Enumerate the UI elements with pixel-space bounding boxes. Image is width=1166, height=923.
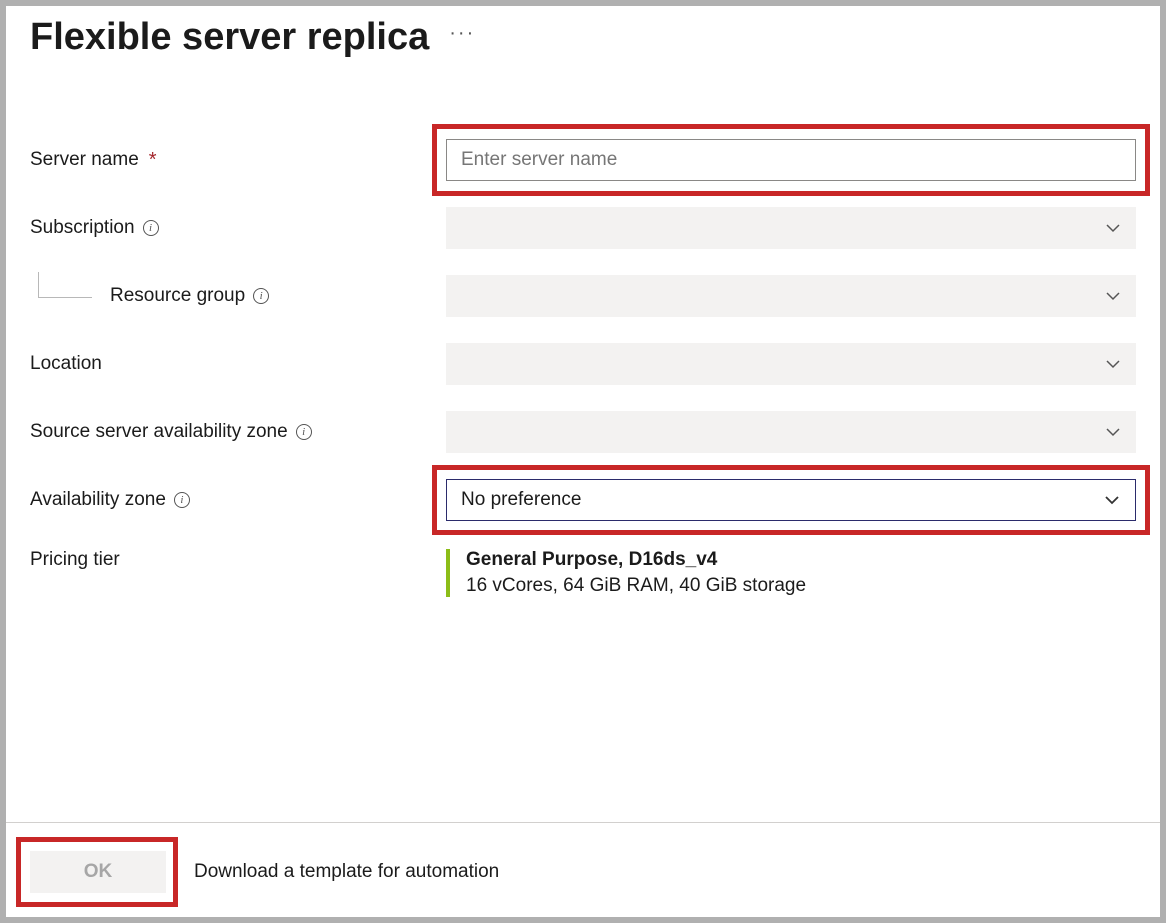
- row-source-zone: Source server availability zone i: [30, 411, 1136, 453]
- info-icon[interactable]: i: [253, 288, 269, 304]
- download-template-link[interactable]: Download a template for automation: [194, 861, 499, 883]
- header: Flexible server replica ···: [30, 16, 1136, 59]
- label-availability-zone: Availability zone i: [30, 489, 446, 511]
- chevron-down-icon: [1090, 343, 1136, 385]
- row-resource-group: Resource group i: [30, 275, 1136, 317]
- required-indicator: *: [149, 149, 157, 172]
- pricing-tier-title: General Purpose, D16ds_v4: [466, 549, 1136, 571]
- info-icon[interactable]: i: [143, 220, 159, 236]
- pricing-tier-detail: 16 vCores, 64 GiB RAM, 40 GiB storage: [466, 575, 1136, 597]
- label-location: Location: [30, 353, 446, 375]
- label-source-zone: Source server availability zone i: [30, 421, 446, 443]
- ok-button[interactable]: OK: [30, 851, 166, 893]
- content-area: Flexible server replica ··· Server name …: [6, 6, 1160, 822]
- info-icon[interactable]: i: [174, 492, 190, 508]
- availability-zone-dropdown[interactable]: No preference: [446, 479, 1136, 521]
- subscription-dropdown[interactable]: [446, 207, 1136, 249]
- pricing-tier-block: General Purpose, D16ds_v4 16 vCores, 64 …: [446, 549, 1136, 597]
- chevron-down-icon: [1089, 480, 1135, 520]
- label-server-name: Server name *: [30, 149, 446, 172]
- more-icon[interactable]: ···: [449, 22, 475, 45]
- server-name-input[interactable]: [446, 139, 1136, 181]
- resource-group-dropdown[interactable]: [446, 275, 1136, 317]
- chevron-down-icon: [1090, 207, 1136, 249]
- page-title: Flexible server replica: [30, 16, 429, 59]
- location-dropdown[interactable]: [446, 343, 1136, 385]
- row-server-name: Server name *: [30, 139, 1136, 181]
- source-zone-dropdown[interactable]: [446, 411, 1136, 453]
- row-subscription: Subscription i: [30, 207, 1136, 249]
- row-availability-zone: Availability zone i No preference: [30, 479, 1136, 521]
- row-pricing-tier: Pricing tier General Purpose, D16ds_v4 1…: [30, 547, 1136, 597]
- label-resource-group: Resource group i: [30, 285, 446, 307]
- row-location: Location: [30, 343, 1136, 385]
- label-pricing-tier: Pricing tier: [30, 547, 446, 571]
- tree-line: [38, 272, 92, 298]
- footer: OK Download a template for automation: [6, 822, 1160, 917]
- chevron-down-icon: [1090, 411, 1136, 453]
- window: Flexible server replica ··· Server name …: [6, 6, 1160, 917]
- chevron-down-icon: [1090, 275, 1136, 317]
- label-subscription: Subscription i: [30, 217, 446, 239]
- info-icon[interactable]: i: [296, 424, 312, 440]
